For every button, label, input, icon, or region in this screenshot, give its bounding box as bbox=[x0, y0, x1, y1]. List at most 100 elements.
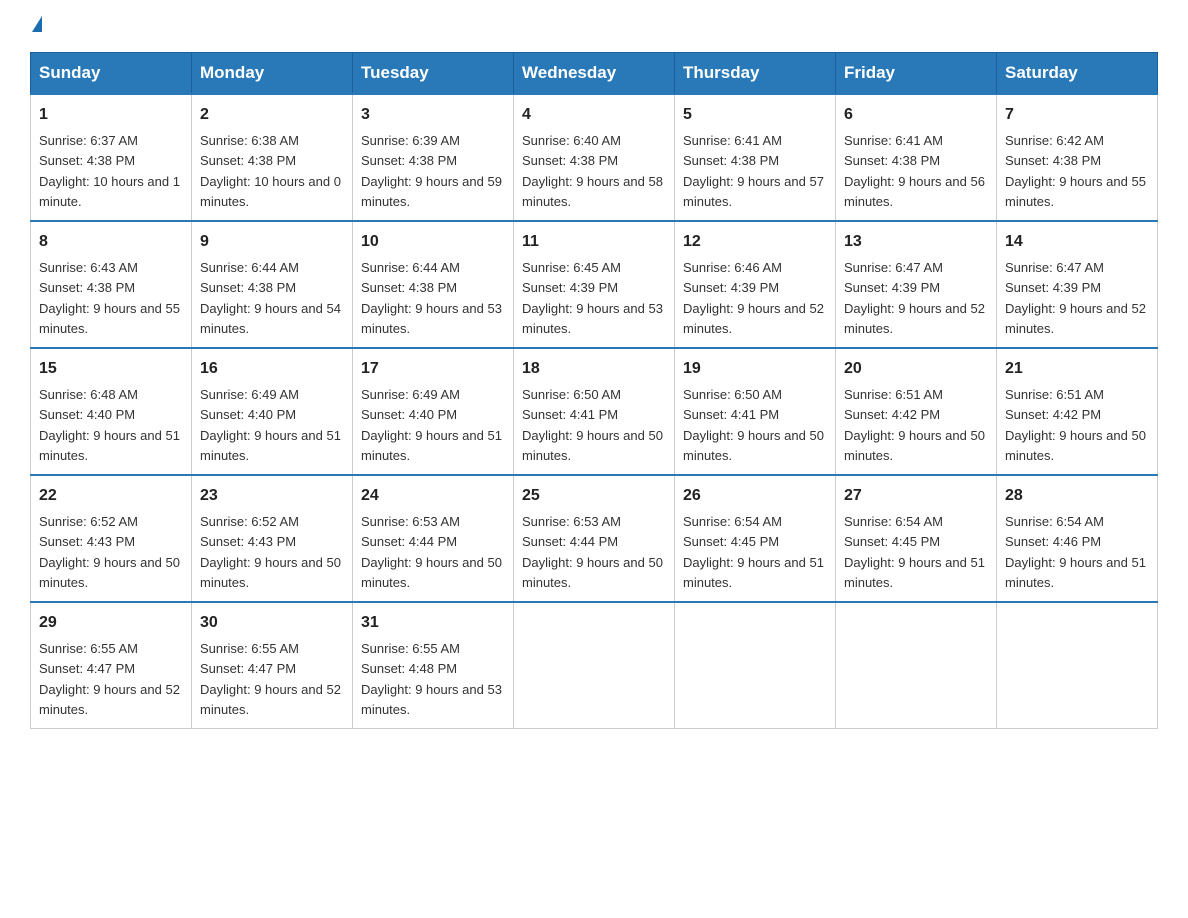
day-cell: 8 Sunrise: 6:43 AMSunset: 4:38 PMDayligh… bbox=[31, 221, 192, 348]
weekday-header-thursday: Thursday bbox=[675, 53, 836, 95]
day-info: Sunrise: 6:39 AMSunset: 4:38 PMDaylight:… bbox=[361, 133, 502, 209]
day-cell: 9 Sunrise: 6:44 AMSunset: 4:38 PMDayligh… bbox=[192, 221, 353, 348]
day-number: 26 bbox=[683, 484, 827, 508]
day-info: Sunrise: 6:50 AMSunset: 4:41 PMDaylight:… bbox=[683, 387, 824, 463]
day-cell: 13 Sunrise: 6:47 AMSunset: 4:39 PMDaylig… bbox=[836, 221, 997, 348]
weekday-header-wednesday: Wednesday bbox=[514, 53, 675, 95]
day-number: 19 bbox=[683, 357, 827, 381]
day-cell: 28 Sunrise: 6:54 AMSunset: 4:46 PMDaylig… bbox=[997, 475, 1158, 602]
day-number: 15 bbox=[39, 357, 183, 381]
weekday-header-friday: Friday bbox=[836, 53, 997, 95]
day-info: Sunrise: 6:53 AMSunset: 4:44 PMDaylight:… bbox=[361, 514, 502, 590]
week-row-4: 22 Sunrise: 6:52 AMSunset: 4:43 PMDaylig… bbox=[31, 475, 1158, 602]
day-cell: 17 Sunrise: 6:49 AMSunset: 4:40 PMDaylig… bbox=[353, 348, 514, 475]
day-cell: 6 Sunrise: 6:41 AMSunset: 4:38 PMDayligh… bbox=[836, 94, 997, 221]
day-number: 2 bbox=[200, 103, 344, 127]
day-info: Sunrise: 6:54 AMSunset: 4:46 PMDaylight:… bbox=[1005, 514, 1146, 590]
day-info: Sunrise: 6:38 AMSunset: 4:38 PMDaylight:… bbox=[200, 133, 341, 209]
week-row-5: 29 Sunrise: 6:55 AMSunset: 4:47 PMDaylig… bbox=[31, 602, 1158, 729]
calendar-table: SundayMondayTuesdayWednesdayThursdayFrid… bbox=[30, 52, 1158, 729]
day-cell: 14 Sunrise: 6:47 AMSunset: 4:39 PMDaylig… bbox=[997, 221, 1158, 348]
day-cell bbox=[836, 602, 997, 729]
day-cell bbox=[997, 602, 1158, 729]
day-cell: 27 Sunrise: 6:54 AMSunset: 4:45 PMDaylig… bbox=[836, 475, 997, 602]
day-cell: 21 Sunrise: 6:51 AMSunset: 4:42 PMDaylig… bbox=[997, 348, 1158, 475]
day-cell: 15 Sunrise: 6:48 AMSunset: 4:40 PMDaylig… bbox=[31, 348, 192, 475]
day-cell: 11 Sunrise: 6:45 AMSunset: 4:39 PMDaylig… bbox=[514, 221, 675, 348]
weekday-header-saturday: Saturday bbox=[997, 53, 1158, 95]
day-number: 7 bbox=[1005, 103, 1149, 127]
day-cell: 5 Sunrise: 6:41 AMSunset: 4:38 PMDayligh… bbox=[675, 94, 836, 221]
day-number: 16 bbox=[200, 357, 344, 381]
day-cell: 12 Sunrise: 6:46 AMSunset: 4:39 PMDaylig… bbox=[675, 221, 836, 348]
day-info: Sunrise: 6:54 AMSunset: 4:45 PMDaylight:… bbox=[844, 514, 985, 590]
day-number: 4 bbox=[522, 103, 666, 127]
day-info: Sunrise: 6:51 AMSunset: 4:42 PMDaylight:… bbox=[844, 387, 985, 463]
day-cell: 4 Sunrise: 6:40 AMSunset: 4:38 PMDayligh… bbox=[514, 94, 675, 221]
day-number: 13 bbox=[844, 230, 988, 254]
day-number: 3 bbox=[361, 103, 505, 127]
weekday-header-row: SundayMondayTuesdayWednesdayThursdayFrid… bbox=[31, 53, 1158, 95]
day-cell bbox=[675, 602, 836, 729]
day-number: 25 bbox=[522, 484, 666, 508]
day-info: Sunrise: 6:54 AMSunset: 4:45 PMDaylight:… bbox=[683, 514, 824, 590]
day-number: 22 bbox=[39, 484, 183, 508]
day-cell: 18 Sunrise: 6:50 AMSunset: 4:41 PMDaylig… bbox=[514, 348, 675, 475]
day-number: 23 bbox=[200, 484, 344, 508]
day-number: 14 bbox=[1005, 230, 1149, 254]
day-cell: 1 Sunrise: 6:37 AMSunset: 4:38 PMDayligh… bbox=[31, 94, 192, 221]
day-number: 27 bbox=[844, 484, 988, 508]
day-number: 29 bbox=[39, 611, 183, 635]
day-info: Sunrise: 6:40 AMSunset: 4:38 PMDaylight:… bbox=[522, 133, 663, 209]
week-row-2: 8 Sunrise: 6:43 AMSunset: 4:38 PMDayligh… bbox=[31, 221, 1158, 348]
day-cell: 29 Sunrise: 6:55 AMSunset: 4:47 PMDaylig… bbox=[31, 602, 192, 729]
day-info: Sunrise: 6:49 AMSunset: 4:40 PMDaylight:… bbox=[361, 387, 502, 463]
day-info: Sunrise: 6:55 AMSunset: 4:47 PMDaylight:… bbox=[200, 641, 341, 717]
week-row-3: 15 Sunrise: 6:48 AMSunset: 4:40 PMDaylig… bbox=[31, 348, 1158, 475]
day-info: Sunrise: 6:45 AMSunset: 4:39 PMDaylight:… bbox=[522, 260, 663, 336]
day-cell: 24 Sunrise: 6:53 AMSunset: 4:44 PMDaylig… bbox=[353, 475, 514, 602]
day-number: 24 bbox=[361, 484, 505, 508]
day-info: Sunrise: 6:41 AMSunset: 4:38 PMDaylight:… bbox=[844, 133, 985, 209]
day-info: Sunrise: 6:44 AMSunset: 4:38 PMDaylight:… bbox=[361, 260, 502, 336]
day-cell bbox=[514, 602, 675, 729]
day-cell: 22 Sunrise: 6:52 AMSunset: 4:43 PMDaylig… bbox=[31, 475, 192, 602]
day-info: Sunrise: 6:52 AMSunset: 4:43 PMDaylight:… bbox=[200, 514, 341, 590]
day-info: Sunrise: 6:43 AMSunset: 4:38 PMDaylight:… bbox=[39, 260, 180, 336]
day-info: Sunrise: 6:46 AMSunset: 4:39 PMDaylight:… bbox=[683, 260, 824, 336]
day-number: 8 bbox=[39, 230, 183, 254]
week-row-1: 1 Sunrise: 6:37 AMSunset: 4:38 PMDayligh… bbox=[31, 94, 1158, 221]
day-number: 9 bbox=[200, 230, 344, 254]
day-number: 6 bbox=[844, 103, 988, 127]
day-cell: 26 Sunrise: 6:54 AMSunset: 4:45 PMDaylig… bbox=[675, 475, 836, 602]
day-info: Sunrise: 6:47 AMSunset: 4:39 PMDaylight:… bbox=[1005, 260, 1146, 336]
day-info: Sunrise: 6:55 AMSunset: 4:48 PMDaylight:… bbox=[361, 641, 502, 717]
day-number: 31 bbox=[361, 611, 505, 635]
day-cell: 16 Sunrise: 6:49 AMSunset: 4:40 PMDaylig… bbox=[192, 348, 353, 475]
day-info: Sunrise: 6:53 AMSunset: 4:44 PMDaylight:… bbox=[522, 514, 663, 590]
day-info: Sunrise: 6:42 AMSunset: 4:38 PMDaylight:… bbox=[1005, 133, 1146, 209]
day-number: 20 bbox=[844, 357, 988, 381]
logo-triangle-icon bbox=[32, 16, 42, 32]
day-cell: 30 Sunrise: 6:55 AMSunset: 4:47 PMDaylig… bbox=[192, 602, 353, 729]
day-info: Sunrise: 6:44 AMSunset: 4:38 PMDaylight:… bbox=[200, 260, 341, 336]
day-cell: 19 Sunrise: 6:50 AMSunset: 4:41 PMDaylig… bbox=[675, 348, 836, 475]
day-info: Sunrise: 6:48 AMSunset: 4:40 PMDaylight:… bbox=[39, 387, 180, 463]
day-number: 30 bbox=[200, 611, 344, 635]
day-cell: 31 Sunrise: 6:55 AMSunset: 4:48 PMDaylig… bbox=[353, 602, 514, 729]
day-cell: 20 Sunrise: 6:51 AMSunset: 4:42 PMDaylig… bbox=[836, 348, 997, 475]
day-number: 11 bbox=[522, 230, 666, 254]
day-cell: 23 Sunrise: 6:52 AMSunset: 4:43 PMDaylig… bbox=[192, 475, 353, 602]
day-cell: 2 Sunrise: 6:38 AMSunset: 4:38 PMDayligh… bbox=[192, 94, 353, 221]
day-info: Sunrise: 6:52 AMSunset: 4:43 PMDaylight:… bbox=[39, 514, 180, 590]
weekday-header-monday: Monday bbox=[192, 53, 353, 95]
weekday-header-tuesday: Tuesday bbox=[353, 53, 514, 95]
day-number: 12 bbox=[683, 230, 827, 254]
day-info: Sunrise: 6:50 AMSunset: 4:41 PMDaylight:… bbox=[522, 387, 663, 463]
day-info: Sunrise: 6:41 AMSunset: 4:38 PMDaylight:… bbox=[683, 133, 824, 209]
day-cell: 10 Sunrise: 6:44 AMSunset: 4:38 PMDaylig… bbox=[353, 221, 514, 348]
day-cell: 3 Sunrise: 6:39 AMSunset: 4:38 PMDayligh… bbox=[353, 94, 514, 221]
day-cell: 7 Sunrise: 6:42 AMSunset: 4:38 PMDayligh… bbox=[997, 94, 1158, 221]
header bbox=[30, 20, 1158, 36]
weekday-header-sunday: Sunday bbox=[31, 53, 192, 95]
